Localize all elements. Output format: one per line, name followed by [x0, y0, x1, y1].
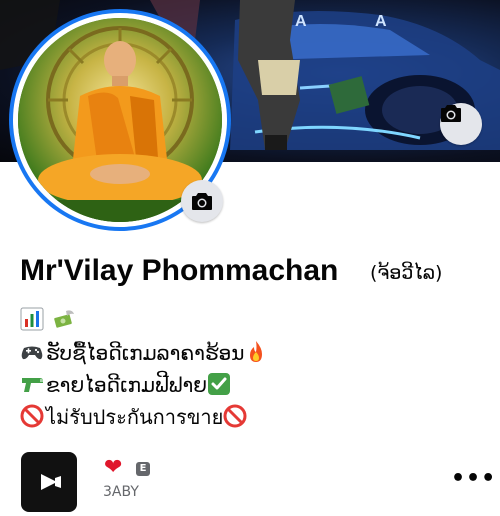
- camera-icon: [192, 193, 212, 210]
- check-mark-button-icon: [208, 373, 231, 395]
- bio-line-1: [20, 306, 490, 334]
- svg-text:A: A: [295, 13, 307, 30]
- game-controller-icon: [21, 346, 43, 360]
- heart-icon: ❤: [104, 455, 123, 480]
- bio-line-3-text: ຂາຍໄອດີເກມຟີຟາຍ: [46, 373, 208, 397]
- play-icon: [41, 474, 61, 490]
- edit-cover-photo-button[interactable]: [440, 103, 482, 145]
- profile-alternate-name: (ຈ້ອວີໄລ): [370, 262, 443, 284]
- water-pistol-icon: [22, 378, 43, 392]
- bio-line-3: ຂາຍໄອດີເກມຟີຟາຍ: [20, 371, 490, 399]
- more-options-button[interactable]: •••: [451, 468, 496, 490]
- bio-line-2: ຮັບຊື້ໄອດີເກມລາຄາຮ້ອນ: [20, 339, 490, 367]
- bar-chart-icon: [20, 307, 44, 331]
- featured-code-label: 3ABY: [103, 484, 139, 500]
- bio-line-4-text: ไม่รับประกันการขาย: [46, 405, 224, 429]
- edit-profile-picture-button[interactable]: [181, 180, 223, 222]
- camera-icon: [441, 105, 461, 122]
- svg-text:A: A: [375, 13, 387, 30]
- prohibited-icon: [223, 404, 247, 428]
- prohibited-icon: [20, 404, 44, 428]
- money-with-wings-icon: [54, 310, 75, 328]
- edited-badge: E: [136, 462, 150, 476]
- profile-name: Mr'Vilay Phommachan: [20, 254, 339, 287]
- featured-story-thumbnail[interactable]: [21, 452, 77, 512]
- fire-icon: [250, 341, 263, 362]
- bio-line-2-text: ຮັບຊື້ໄອດີເກມລາຄາຮ້ອນ: [46, 341, 245, 365]
- bio-line-4: ไม่รับประกันการขาย: [20, 403, 490, 431]
